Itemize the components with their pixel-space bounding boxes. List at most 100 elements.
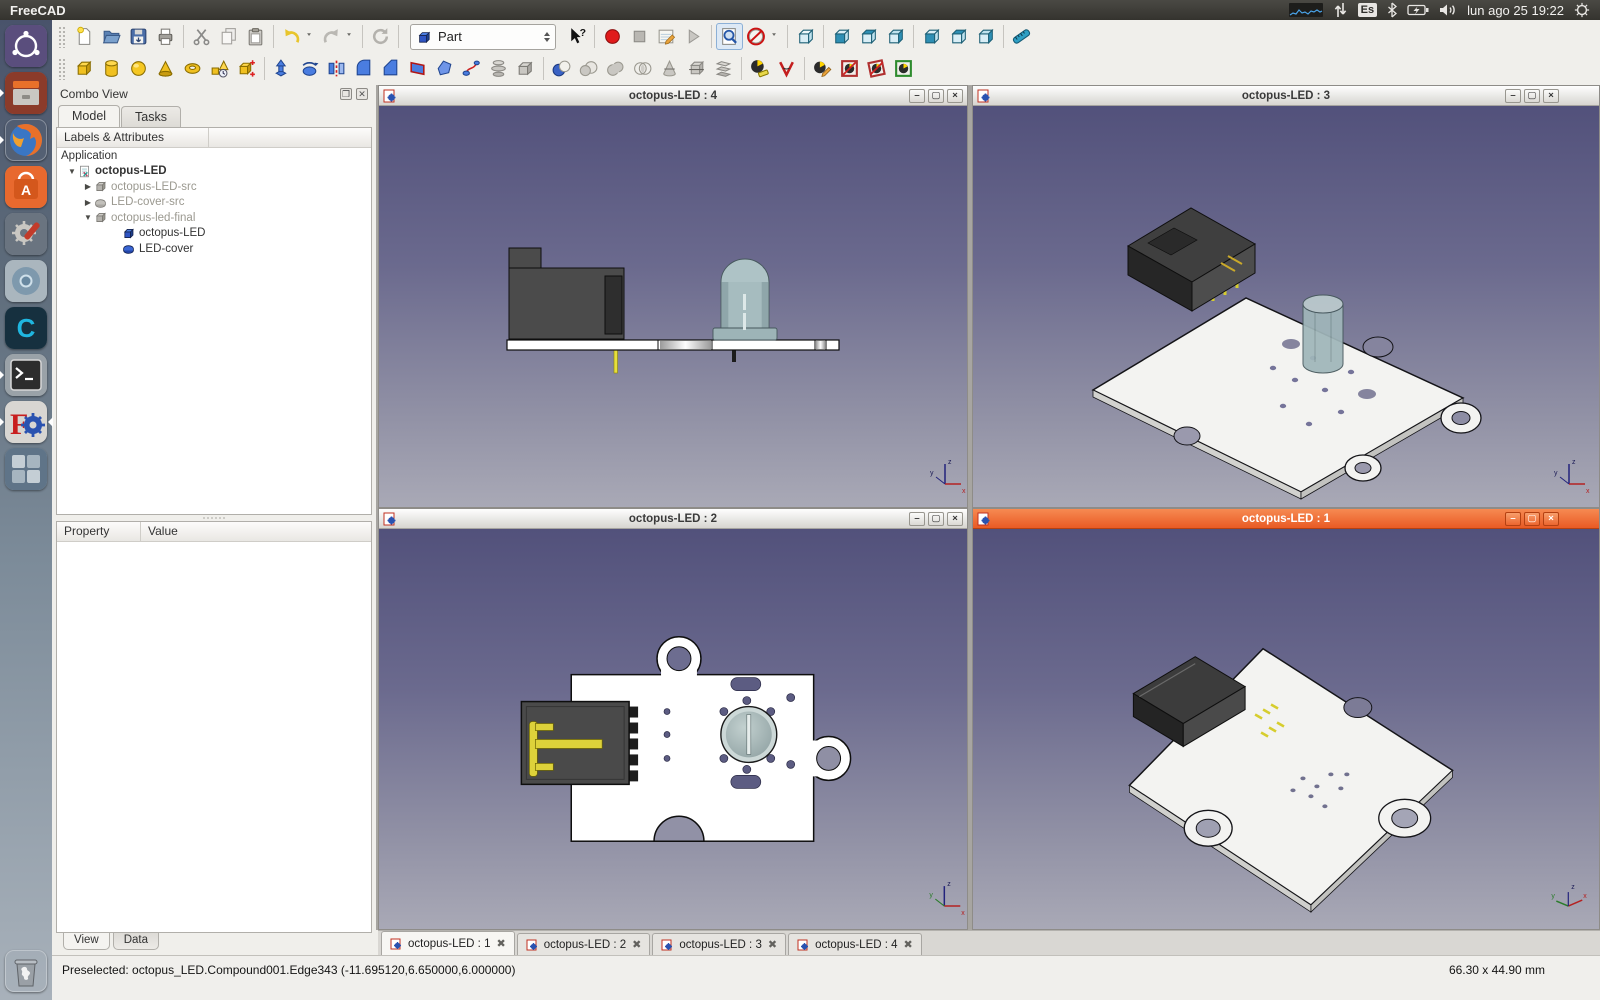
tab-tasks[interactable]: Tasks	[121, 106, 181, 127]
window-title-bar[interactable]: octopus-LED : 2 – ▢ ×	[379, 509, 967, 529]
tab-model[interactable]: Model	[58, 105, 120, 127]
view-left-icon[interactable]	[972, 23, 999, 50]
boolean-union-icon[interactable]	[602, 55, 629, 82]
measure-angular-icon[interactable]	[773, 55, 800, 82]
save-icon[interactable]	[125, 23, 152, 50]
property-list[interactable]	[57, 542, 371, 932]
cut-icon[interactable]	[188, 23, 215, 50]
section-icon[interactable]	[656, 55, 683, 82]
workbench-selector[interactable]: Part	[410, 24, 556, 50]
boolean-icon[interactable]	[548, 55, 575, 82]
maximize-icon[interactable]: ▢	[1524, 89, 1540, 103]
tab-view[interactable]: View	[63, 933, 110, 950]
draw-style-icon[interactable]	[743, 23, 770, 50]
volume-icon[interactable]	[1439, 3, 1457, 17]
ruled-surface-icon[interactable]	[404, 55, 431, 82]
bluetooth-icon[interactable]	[1387, 2, 1397, 18]
fit-all-icon[interactable]	[716, 23, 743, 50]
maximize-icon[interactable]: ▢	[1524, 512, 1540, 526]
tab-data[interactable]: Data	[113, 933, 159, 950]
redo-icon[interactable]	[318, 23, 345, 50]
viewport-3d[interactable]: z x y	[973, 529, 1599, 929]
minimize-icon[interactable]: –	[909, 89, 925, 103]
copy-icon[interactable]	[215, 23, 242, 50]
minimize-icon[interactable]: –	[1505, 89, 1521, 103]
measure-toggle-3d-icon[interactable]	[863, 55, 890, 82]
close-icon[interactable]: ×	[947, 89, 963, 103]
view-axonometric-icon[interactable]	[792, 23, 819, 50]
part-sphere-icon[interactable]	[125, 55, 152, 82]
maximize-icon[interactable]: ▢	[928, 512, 944, 526]
collapsed-arrow-icon[interactable]: ▶	[82, 182, 94, 191]
window-title-bar[interactable]: octopus-LED : 3 – ▢ ×	[973, 86, 1599, 106]
files-icon[interactable]	[5, 72, 47, 114]
refresh-icon[interactable]	[367, 23, 394, 50]
measure-clear-icon[interactable]	[890, 55, 917, 82]
viewport-3d[interactable]: z x y	[379, 106, 967, 507]
tree-item-application[interactable]: Application	[57, 148, 371, 164]
tree-header[interactable]: Labels & Attributes	[57, 128, 209, 147]
mdi-tab-octopus-led-1[interactable]: octopus-LED : 1✖	[381, 931, 515, 955]
measure-sketch-icon[interactable]	[809, 55, 836, 82]
expanded-arrow-icon[interactable]: ▼	[82, 213, 94, 222]
paste-icon[interactable]	[242, 23, 269, 50]
part-primitives-icon[interactable]	[206, 55, 233, 82]
minimize-icon[interactable]: –	[1505, 512, 1521, 526]
extrude-icon[interactable]	[269, 55, 296, 82]
value-column-header[interactable]: Value	[141, 522, 371, 541]
close-icon[interactable]: ×	[947, 512, 963, 526]
sync-arrows-icon[interactable]	[1333, 2, 1348, 18]
redo-dropdown-icon[interactable]	[345, 23, 358, 50]
new-file-icon[interactable]	[71, 23, 98, 50]
battery-icon[interactable]	[1407, 4, 1429, 16]
loft-icon[interactable]	[485, 55, 512, 82]
workspace-switcher-icon[interactable]	[5, 448, 47, 490]
trash-icon[interactable]	[5, 950, 47, 992]
freecad-icon[interactable]: F	[5, 401, 47, 443]
make-face-icon[interactable]	[431, 55, 458, 82]
draw-style-dropdown-icon[interactable]	[770, 23, 783, 50]
offset-icon[interactable]	[512, 55, 539, 82]
view-front-icon[interactable]	[828, 23, 855, 50]
measure-distance-icon[interactable]	[1008, 23, 1035, 50]
terminal-icon[interactable]	[5, 354, 47, 396]
workbench-spinner[interactable]	[544, 32, 550, 42]
network-monitor-icon[interactable]	[1289, 3, 1323, 17]
view-bottom-icon[interactable]	[945, 23, 972, 50]
collapsed-arrow-icon[interactable]: ▶	[82, 198, 94, 207]
tree-item-led-cover-src[interactable]: ▶LED-cover-src	[57, 195, 371, 211]
shape-builder-icon[interactable]	[233, 55, 260, 82]
dock-close-icon[interactable]: ✕	[356, 88, 368, 100]
close-icon[interactable]: ×	[1543, 512, 1559, 526]
tree-item-octopus-led[interactable]: ▼octopus-LED	[57, 164, 371, 180]
c-app-icon[interactable]: C	[5, 307, 47, 349]
software-center-icon[interactable]: A	[5, 166, 47, 208]
mdi-tab-octopus-led-3[interactable]: octopus-LED : 3✖	[652, 933, 786, 955]
cross-sections-icon[interactable]	[710, 55, 737, 82]
part-box-icon[interactable]	[71, 55, 98, 82]
tree-item-led-cover[interactable]: LED-cover	[57, 241, 371, 257]
dock-float-icon[interactable]: ❐	[340, 88, 352, 100]
open-file-icon[interactable]	[98, 23, 125, 50]
tree-item-octopus-led-final[interactable]: ▼octopus-led-final	[57, 210, 371, 226]
whatsthis-icon[interactable]: ?	[563, 23, 590, 50]
tree-item-octopus-led-src[interactable]: ▶octopus-LED-src	[57, 179, 371, 195]
window-title-bar[interactable]: octopus-LED : 4 – ▢ ×	[379, 86, 967, 106]
mdi-tab-octopus-led-4[interactable]: octopus-LED : 4✖	[788, 933, 922, 955]
maximize-icon[interactable]: ▢	[928, 89, 944, 103]
print-icon[interactable]	[152, 23, 179, 50]
measure-toggle-all-icon[interactable]	[836, 55, 863, 82]
tree-item-octopus-led[interactable]: octopus-LED	[57, 226, 371, 242]
undo-dropdown-icon[interactable]	[305, 23, 318, 50]
view-top-icon[interactable]	[855, 23, 882, 50]
boolean-cut-icon[interactable]	[575, 55, 602, 82]
fillet-icon[interactable]	[350, 55, 377, 82]
undo-icon[interactable]	[278, 23, 305, 50]
property-column-header[interactable]: Property	[57, 522, 141, 541]
sweep-icon[interactable]	[458, 55, 485, 82]
clock[interactable]: lun ago 25 19:22	[1467, 3, 1564, 18]
expanded-arrow-icon[interactable]: ▼	[66, 167, 78, 176]
firefox-icon[interactable]	[5, 119, 47, 161]
boolean-common-icon[interactable]	[629, 55, 656, 82]
macro-stop-icon[interactable]	[626, 23, 653, 50]
